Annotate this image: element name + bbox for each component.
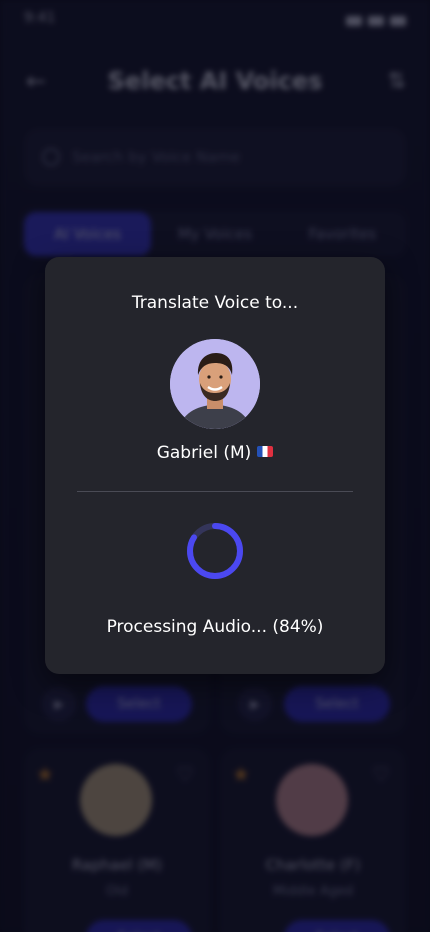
translate-progress-modal: Translate Voice to... Gabriel (M) Proces… [45,257,385,674]
person-avatar-icon [170,339,260,429]
france-flag-icon [257,446,274,457]
modal-title: Translate Voice to... [131,293,299,313]
progress-spinner [187,523,243,579]
voice-name: Gabriel (M) [156,443,252,463]
voice-name-row: Gabriel (M) [45,443,385,463]
voice-avatar [170,339,260,429]
divider [77,491,353,492]
progress-text: Processing Audio... (84%) [106,617,324,637]
